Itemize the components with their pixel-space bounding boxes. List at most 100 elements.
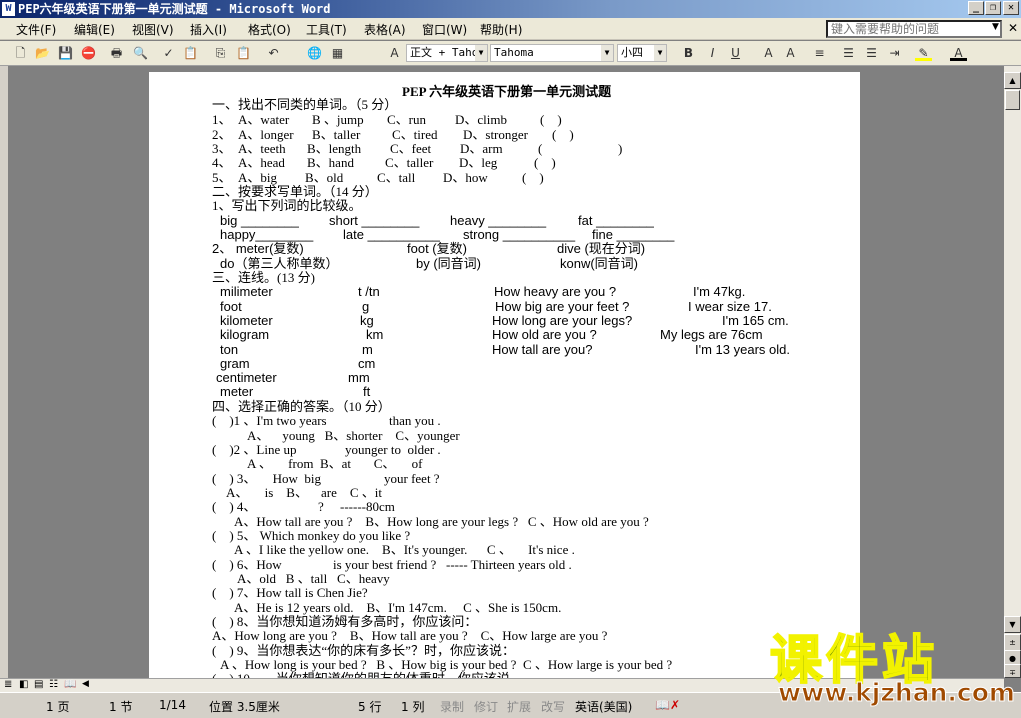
scroll-up-button[interactable]: ▲ [1004,72,1021,89]
next-page-button[interactable]: ∓ [1004,664,1021,678]
document-text-line: g [362,299,370,314]
status-page: 1 页 [46,700,70,714]
document-text-line: ( )2 、Line up [212,442,297,457]
document-text-line: younger to older . [345,442,441,457]
print-icon[interactable]: 🖶 [108,45,125,61]
align-icon[interactable]: ≡ [811,45,828,61]
new-icon[interactable]: 🗋 [12,45,29,61]
document-text-line: 二、按要求写单词。（14 分） [212,184,378,199]
document-text-line: My legs are 76cm [660,327,763,342]
menu-item[interactable]: 表格(A) [364,21,406,38]
menu-item[interactable]: 文件(F) [16,21,56,38]
document-text-line: fat ________ [578,213,654,228]
bold-icon[interactable]: B [680,45,697,61]
document-text-line: ( ) 8、当你想知道汤姆有多高时，你应该问： [212,614,478,629]
save-icon[interactable]: 💾 [57,45,74,61]
italic-icon[interactable]: I [704,45,721,61]
document-text-line: How long are your legs? [492,313,633,328]
document-text-line: meter [220,384,254,399]
indent-icon[interactable]: ⇥ [886,45,903,61]
document-text-line: A 、 from B、at C、 of [247,456,423,471]
style-dropdown[interactable]: 正文 + Taho ▼ [406,44,488,62]
scroll-left-button[interactable]: ◀ [82,679,89,689]
menu-item[interactable]: 视图(V) [132,21,174,38]
undo-icon[interactable]: ↶ [265,45,282,61]
numbering-icon[interactable]: ☰ [840,45,857,61]
document-text-line: How old are you ? [492,327,597,342]
print-preview-icon[interactable]: 🔍 [132,45,149,61]
menu-item[interactable]: 插入(I) [190,21,227,38]
document-text-line: I'm 13 years old. [695,342,790,357]
document-text-line: I'm 47kg. [693,284,746,299]
document-text-line: B、old [305,170,344,185]
document-text-line: C、taller [385,155,434,170]
status-trk: 修订 [474,700,499,714]
font-color-icon[interactable]: A [950,45,967,61]
close-button[interactable]: ✕ [1003,1,1019,15]
reading-layout-icon[interactable]: 📖 [64,679,76,690]
minimize-button[interactable]: _ [968,1,984,15]
spelling-icon[interactable]: ✓ [160,45,177,61]
status-section: 1 节 [109,700,133,714]
research-icon[interactable]: 📋 [182,45,199,61]
font-dropdown[interactable]: Tahoma ▼ [490,44,614,62]
copy-icon[interactable]: ⎘ [212,45,229,61]
underline-icon[interactable]: U [727,45,744,61]
document-text-line: ( ) [522,170,544,185]
web-layout-icon[interactable]: ◧ [19,679,28,690]
document-text-line: by (同音词) [416,256,482,271]
title-bar: W PEP六年级英语下册第一单元测试题 - Microsoft Word _ ❐… [0,0,1021,18]
document-text-line: A 、I like the yellow one. B、It's younger… [234,542,575,557]
document-text-line: foot (复数) [407,241,467,256]
hyperlink-icon[interactable]: 🌐 [306,45,323,61]
menu-item[interactable]: 格式(O) [248,21,291,38]
document-text-line: 一、找出不同类的单词。（5 分） [212,97,398,112]
paste-icon[interactable]: 📋 [235,45,252,61]
restore-button[interactable]: ❐ [985,1,1001,15]
document-text-line: foot [220,299,242,314]
document-text-line: heavy ________ [450,213,547,228]
window-title: PEP六年级英语下册第一单元测试题 - Microsoft Word [18,2,331,16]
close-document-icon[interactable]: ✕ [1008,21,1018,35]
vertical-scrollbar[interactable]: ▲ ▼ ± ● ∓ [1004,66,1021,678]
normal-view-icon[interactable]: ≣ [4,679,12,690]
help-dropdown-icon[interactable]: ▼ [992,22,999,32]
char-border-icon[interactable]: A [760,45,777,61]
document-text-line: konw(同音词) [560,256,639,271]
document-text-line: B、taller [312,127,361,142]
document-text-line: ( [538,141,543,156]
status-line: 5 行 [358,700,382,714]
print-layout-icon[interactable]: ▤ [34,679,43,690]
font-value: Tahoma [494,46,534,59]
help-search-input[interactable] [826,20,1002,38]
menu-item[interactable]: 工具(T) [306,21,347,38]
document-text-line: C、tall [377,170,416,185]
document-text-line: dive (现在分词) [557,241,646,256]
size-dropdown[interactable]: 小四 ▼ [617,44,667,62]
bullets-icon[interactable]: ☰ [863,45,880,61]
table-icon[interactable]: ▦ [329,45,346,61]
document-text-line: ft [363,384,371,399]
scroll-thumb[interactable] [1005,90,1020,110]
highlight-icon[interactable]: ✎ [915,45,932,61]
scroll-down-button[interactable]: ▼ [1004,616,1021,633]
outline-view-icon[interactable]: ☷ [49,679,58,690]
menu-item[interactable]: 编辑(E) [74,21,115,38]
menu-item[interactable]: 窗口(W) [422,21,467,38]
status-col: 1 列 [401,700,425,714]
open-icon[interactable]: 📂 [34,45,51,61]
horizontal-scrollbar[interactable]: ≣ ◧ ▤ ☷ 📖 ◀ [0,678,1004,692]
document-text-line: C、tired [392,127,438,142]
permission-icon[interactable]: ⛔ [80,45,97,61]
document-text-line: happy________ [220,227,314,242]
document-page[interactable]: PEP 六年级英语下册第一单元测试题 一、找出不同类的单词。（5 分） 1、 A、… [149,72,860,678]
status-position: 位置 3.5厘米 [209,700,280,714]
document-text-line: ( ) 6、How [212,557,282,572]
menu-item[interactable]: 帮助(H) [480,21,522,38]
char-shading-icon[interactable]: A [782,45,799,61]
document-text-line: kilogram [220,327,270,342]
document-text-line: D、climb [455,112,507,127]
previous-page-button[interactable]: ± [1004,634,1021,651]
styles-icon[interactable]: A [386,45,403,61]
document-text-line: ) [618,141,623,156]
